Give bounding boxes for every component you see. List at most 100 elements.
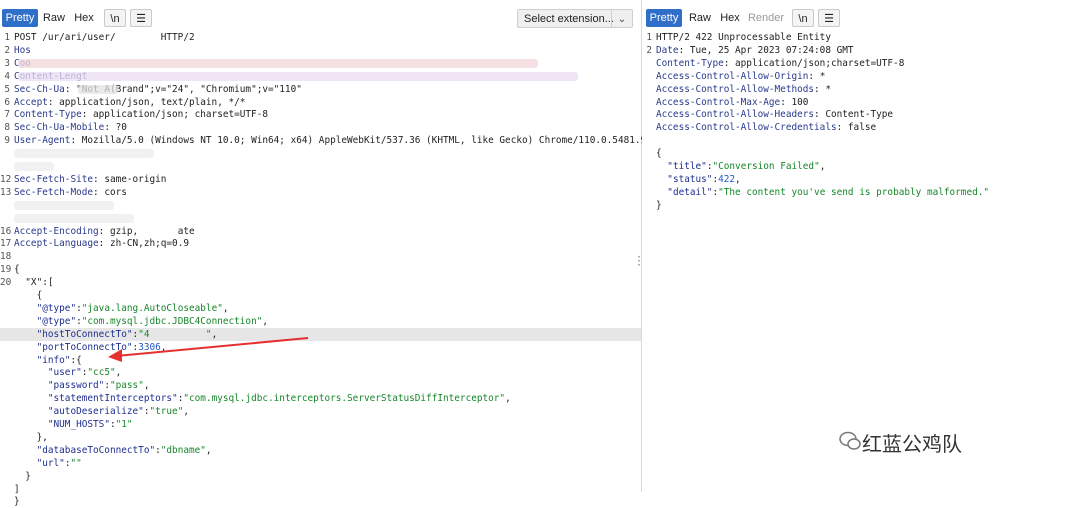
json-line: "@type":"com.mysql.jdbc.JDBC4Connection"…	[0, 315, 641, 328]
header-value: : ?0	[104, 122, 127, 134]
json-line: "password":"pass",	[0, 379, 641, 392]
code-line: 18	[0, 250, 641, 263]
code-line: 7 Content-Type: application/json; charset…	[0, 108, 641, 121]
line-number: 5	[4, 83, 10, 95]
line-number: 3	[4, 57, 10, 69]
line-code: Accept-Encoding: gzip, ate	[14, 225, 195, 238]
json-line: },	[0, 431, 641, 444]
line-code: Sec-Fetch-Mode: cors	[14, 186, 127, 199]
header-name: Access-Control-Allow-Headers	[656, 109, 815, 121]
wechat-icon	[839, 431, 861, 450]
line-code: "NUM_HOSTS":"1"	[14, 418, 133, 431]
line-number: 7	[4, 109, 10, 121]
line-code: Access-Control-Allow-Origin: *	[656, 70, 825, 83]
header-value: : application/json, text/plain, */*	[47, 96, 246, 108]
code-line: 8 Sec-Ch-Ua-Mobile: ?0	[0, 121, 641, 134]
json-punct: ,	[505, 393, 511, 405]
header-value: : *	[808, 70, 826, 82]
newline-toggle[interactable]: \n	[792, 9, 814, 27]
line-code: "title":"Conversion Failed",	[656, 160, 825, 173]
redaction-blur	[14, 162, 54, 171]
tab-raw[interactable]: Raw	[686, 9, 714, 27]
line-number: 16	[0, 225, 12, 237]
line-code: "info":{	[14, 354, 82, 367]
header-name: Content-Type	[656, 57, 724, 69]
line-code: Date: Tue, 25 Apr 2023 07:24:08 GMT	[656, 44, 854, 57]
json-key: "detail"	[667, 186, 713, 198]
line-code: "X":[	[14, 277, 54, 289]
line-code: Sec-Ch-Ua: "Not A(Brand";v="24", "Chromi…	[14, 83, 302, 96]
json-line: "NUM_HOSTS":"1"	[0, 418, 641, 431]
line-code: Accept-Language: zh-CN,zh;q=0.9	[14, 237, 189, 250]
line-code: {	[656, 148, 662, 160]
json-string: "com.mysql.jdbc.JDBC4Connection"	[81, 315, 263, 327]
line-code: "@type":"com.mysql.jdbc.JDBC4Connection"…	[14, 315, 268, 328]
json-punct: ,	[819, 161, 826, 172]
json-punct: ,	[183, 406, 190, 418]
code-line: 2 Hos	[0, 44, 641, 57]
tab-pretty[interactable]: Pretty	[646, 9, 682, 27]
code-line: 12 Sec-Fetch-Site: same-origin	[0, 173, 641, 186]
line-code: }	[656, 199, 662, 211]
request-editor[interactable]: 1POST /ur/ari/user/ HTTP/22Hos3Coo4Conte…	[0, 31, 703, 507]
line-code: {	[14, 290, 43, 301]
header-name: Sec-Fetch-Mode	[14, 186, 94, 198]
tab-hex[interactable]: Hex	[716, 9, 744, 27]
json-punct: ,	[143, 380, 150, 392]
header-value: : application/json; charset=UTF-8	[81, 109, 268, 121]
line-number: 9	[4, 135, 10, 147]
redaction-blur	[14, 213, 134, 223]
json-punct: ,	[222, 302, 229, 314]
json-line: "title":"Conversion Failed",	[642, 160, 1080, 173]
line-code: Content-Type: application/json; charset=…	[14, 108, 268, 121]
tab-pretty[interactable]: Pretty	[2, 9, 38, 27]
header-value: : *	[814, 83, 831, 95]
code-line: 17 Accept-Language: zh-CN,zh;q=0.9	[0, 237, 641, 250]
request-pane: Pretty Raw Hex \n ☰ Select extension... …	[0, 0, 703, 507]
json-string: "cc5"	[87, 367, 116, 379]
header-value: : Mozilla/5.0 (Windows NT 10.0; Win64; x…	[70, 135, 703, 147]
code-line: 19{	[0, 263, 641, 276]
header-name: Accept-Language	[14, 238, 99, 250]
json-string: ""	[70, 457, 82, 469]
tab-hex[interactable]: Hex	[70, 9, 98, 27]
menu-icon[interactable]: ☰	[818, 9, 840, 27]
line-code: Access-Control-Max-Age: 100	[656, 96, 808, 109]
line-code: Access-Control-Allow-Credentials: false	[656, 121, 876, 134]
header-name: User-Agent	[14, 135, 71, 147]
json-punct: ,	[735, 173, 741, 185]
line-code: Content-Type: application/json;charset=U…	[656, 57, 904, 70]
line-code: "status":422,	[656, 173, 741, 186]
line-number: 12	[0, 173, 12, 185]
line-code: Sec-Ch-Ua-Mobile: ?0	[14, 121, 127, 134]
tab-render[interactable]: Render	[746, 9, 786, 27]
tab-raw[interactable]: Raw	[40, 9, 68, 27]
header-value: : cors	[93, 186, 127, 198]
json-line: ]	[0, 483, 641, 496]
response-editor[interactable]: 1 HTTP/2 422 Unprocessable Entity 2 Date: T…	[642, 31, 1080, 492]
header-value: : same-origin	[93, 173, 167, 185]
json-key: "info"	[36, 354, 71, 366]
header-name: Access-Control-Allow-Origin	[656, 70, 809, 82]
select-extension-dropdown[interactable]: Select extension... ⌄	[517, 9, 633, 28]
redaction-blur	[14, 149, 154, 159]
code-line: Access-Control-Allow-Origin: *	[642, 70, 1080, 83]
json-line: "detail":"The content you've send is pro…	[642, 186, 1080, 199]
header-value: : zh-CN,zh;q=0.9	[98, 238, 189, 250]
json-line: "databaseToConnectTo":"dbname",	[0, 444, 641, 457]
newline-toggle[interactable]: \n	[104, 9, 126, 27]
json-number: 422	[718, 173, 736, 185]
menu-icon[interactable]: ☰	[130, 9, 152, 27]
json-string: "Conversion Failed"	[712, 161, 820, 172]
line-code: POST /ur/ari/user/ HTTP/2	[14, 32, 195, 43]
header-name: Sec-Ch-Ua	[14, 83, 65, 95]
line-code: "password":"pass",	[14, 379, 150, 392]
